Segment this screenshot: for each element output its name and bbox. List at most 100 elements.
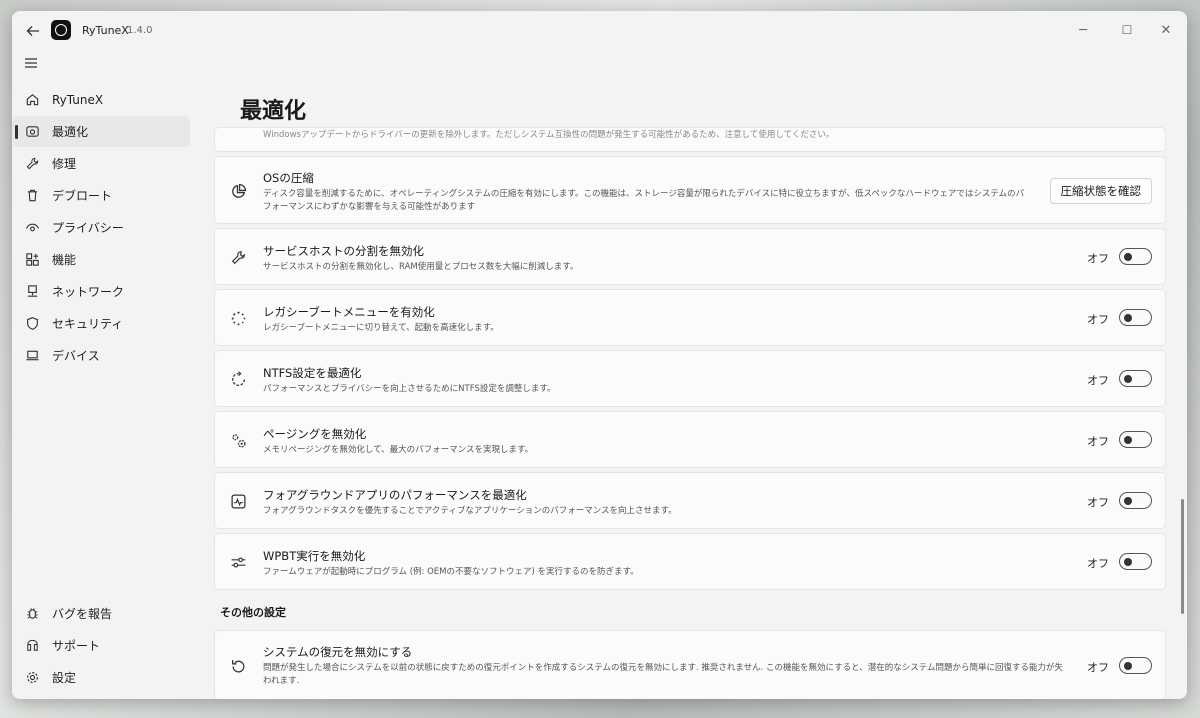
setting-desc: ファームウェアが起動時にプログラム (例: OEMの不要なソフトウェア) を実行… <box>263 567 639 577</box>
setting-title: NTFS設定を最適化 <box>263 366 362 380</box>
ntfs-toggle[interactable] <box>1119 370 1152 387</box>
close-button[interactable]: ✕ <box>1151 19 1181 41</box>
setting-card-ntfs: NTFS設定を最適化 パフォーマンスとプライバシーを向上させるためにNTFS設定… <box>214 350 1166 407</box>
sidebar-item-label: 最適化 <box>52 125 89 139</box>
app-logo <box>51 20 71 40</box>
toggle-state-label: オフ <box>1087 661 1109 674</box>
laptop-icon <box>24 348 40 364</box>
setting-desc: パフォーマンスとプライバシーを向上させるためにNTFS設定を調整します。 <box>263 384 556 394</box>
minimize-button[interactable]: ─ <box>1068 19 1098 41</box>
sidebar-item-repair[interactable]: 修理 <box>12 148 190 179</box>
toggle-state-label: オフ <box>1087 252 1109 265</box>
eye-icon <box>24 220 40 236</box>
setting-title: OSの圧縮 <box>263 171 314 185</box>
toggle-state-label: オフ <box>1087 313 1109 326</box>
app-name: RyTuneX <box>82 24 129 37</box>
paging-toggle[interactable] <box>1119 431 1152 448</box>
setting-title: WPBT実行を無効化 <box>263 549 366 563</box>
arrow-left-icon <box>26 26 39 36</box>
spinner-icon <box>229 309 247 327</box>
setting-card-legacy-boot: レガシーブートメニューを有効化 レガシーブートメニューに切り替えて、起動を高速化… <box>214 289 1166 346</box>
system-restore-toggle[interactable] <box>1119 657 1152 674</box>
wpbt-toggle[interactable] <box>1119 553 1152 570</box>
shield-icon <box>24 316 40 332</box>
toggle-state-label: オフ <box>1087 496 1109 509</box>
section-title-other: その他の設定 <box>220 606 286 619</box>
menu-toggle-button[interactable] <box>24 56 40 72</box>
trash-icon <box>24 188 40 204</box>
settings-list[interactable]: Windowsアップデートからドライバーの更新を除外します。ただしシステム互換性… <box>214 127 1166 699</box>
setting-title: ページングを無効化 <box>263 427 367 441</box>
network-icon <box>24 284 40 300</box>
sidebar-item-label: デバイス <box>52 349 100 363</box>
setting-title: サービスホストの分割を無効化 <box>263 244 424 258</box>
sidebar-item-label: 修理 <box>52 157 77 171</box>
setting-card-partial: Windowsアップデートからドライバーの更新を除外します。ただしシステム互換性… <box>214 127 1166 152</box>
home-icon <box>24 92 40 108</box>
setting-desc: フォアグラウンドタスクを優先することでアクティブなアプリケーションのパフォーマン… <box>263 506 677 516</box>
scrollbar-thumb[interactable] <box>1181 499 1184 614</box>
sidebar-item-debloat[interactable]: デブロート <box>12 180 190 211</box>
setting-desc: ディスク容量を削減するために、オペレーティングシステムの圧縮を有効にします。この… <box>263 189 1025 212</box>
check-compression-button[interactable]: 圧縮状態を確認 <box>1049 178 1152 204</box>
setting-desc: 問題が発生した場合にシステムを以前の状態に戻すための復元ポイントを作成するシステ… <box>263 663 1064 686</box>
sidebar-item-optimize[interactable]: 最適化 <box>12 116 190 147</box>
sidebar-item-label: サポート <box>52 639 101 653</box>
sidebar-item-label: バグを報告 <box>52 607 113 621</box>
setting-desc: レガシーブートメニューに切り替えて、起動を高速化します。 <box>263 323 499 333</box>
setting-desc: サービスホストの分割を無効化し、RAM使用量とプロセス数を大幅に削減します。 <box>263 262 579 272</box>
restore-icon <box>229 657 247 675</box>
sidebar-item-label: 機能 <box>52 253 77 267</box>
page-title: 最適化 <box>240 99 307 124</box>
foreground-toggle[interactable] <box>1119 492 1152 509</box>
gear-icon <box>24 670 40 686</box>
setting-title: フォアグラウンドアプリのパフォーマンスを最適化 <box>263 488 527 502</box>
toggle-state-label: オフ <box>1087 557 1109 570</box>
app-version: 1.4.0 <box>127 25 153 36</box>
sidebar-item-privacy[interactable]: プライバシー <box>12 212 190 243</box>
setting-desc: Windowsアップデートからドライバーの更新を除外します。ただしシステム互換性… <box>263 130 835 140</box>
legacy-boot-toggle[interactable] <box>1119 309 1152 326</box>
sidebar-item-label: プライバシー <box>52 221 124 235</box>
pie-chart-icon <box>229 182 247 200</box>
sidebar-item-support[interactable]: サポート <box>12 630 190 661</box>
gauge-icon <box>24 124 40 140</box>
sidebar-item-security[interactable]: セキュリティ <box>12 308 190 339</box>
app-window: RyTuneX 1.4.0 ─ ☐ ✕ RyTuneX 最適化 修理 デブロート… <box>12 11 1187 699</box>
sidebar-item-network[interactable]: ネットワーク <box>12 276 190 307</box>
setting-title: レガシーブートメニューを有効化 <box>263 305 435 319</box>
setting-card-os-compress: OSの圧縮 ディスク容量を削減するために、オペレーティングシステムの圧縮を有効に… <box>214 156 1166 224</box>
sidebar-item-devices[interactable]: デバイス <box>12 340 190 371</box>
sidebar-footer-nav: バグを報告 サポート 設定 <box>12 597 202 694</box>
sidebar-item-settings[interactable]: 設定 <box>12 662 190 693</box>
svchost-split-toggle[interactable] <box>1119 248 1152 265</box>
setting-desc: メモリページングを無効化して、最大のパフォーマンスを実現します。 <box>263 445 534 455</box>
sidebar-item-report-bug[interactable]: バグを報告 <box>12 598 190 629</box>
setting-title: システムの復元を無効にする <box>263 645 413 659</box>
setting-card-system-restore: システムの復元を無効にする 問題が発生した場合にシステムを以前の状態に戻すための… <box>214 630 1166 699</box>
sidebar-item-label: セキュリティ <box>52 317 124 331</box>
gears-icon <box>229 431 247 449</box>
toggle-state-label: オフ <box>1087 374 1109 387</box>
wrench-icon <box>229 248 247 266</box>
hamburger-icon <box>25 58 37 68</box>
bug-icon <box>24 606 40 622</box>
sidebar-item-label: デブロート <box>52 189 113 203</box>
sidebar-item-features[interactable]: 機能 <box>12 244 190 275</box>
back-button[interactable] <box>22 20 44 42</box>
setting-card-wpbt: WPBT実行を無効化 ファームウェアが起動時にプログラム (例: OEMの不要な… <box>214 533 1166 590</box>
maximize-button[interactable]: ☐ <box>1112 19 1142 41</box>
toggle-state-label: オフ <box>1087 435 1109 448</box>
support-icon <box>24 638 40 654</box>
sidebar-nav: RyTuneX 最適化 修理 デブロート プライバシー 機能 ネットワーク セキ… <box>12 83 202 372</box>
setting-card-paging: ページングを無効化 メモリページングを無効化して、最大のパフォーマンスを実現しま… <box>214 411 1166 468</box>
main-content: 最適化 Windowsアップデートからドライバーの更新を除外します。ただしシステ… <box>202 51 1187 699</box>
wrench-icon <box>24 156 40 172</box>
pulse-icon <box>229 492 247 510</box>
sidebar-item-label: 設定 <box>52 671 77 685</box>
title-bar: RyTuneX 1.4.0 ─ ☐ ✕ <box>12 11 1187 51</box>
setting-card-svchost-split: サービスホストの分割を無効化 サービスホストの分割を無効化し、RAM使用量とプロ… <box>214 228 1166 285</box>
sidebar-item-label: RyTuneX <box>52 92 104 107</box>
sidebar-item-rytunex[interactable]: RyTuneX <box>12 84 190 115</box>
sidebar-item-label: ネットワーク <box>52 285 125 299</box>
